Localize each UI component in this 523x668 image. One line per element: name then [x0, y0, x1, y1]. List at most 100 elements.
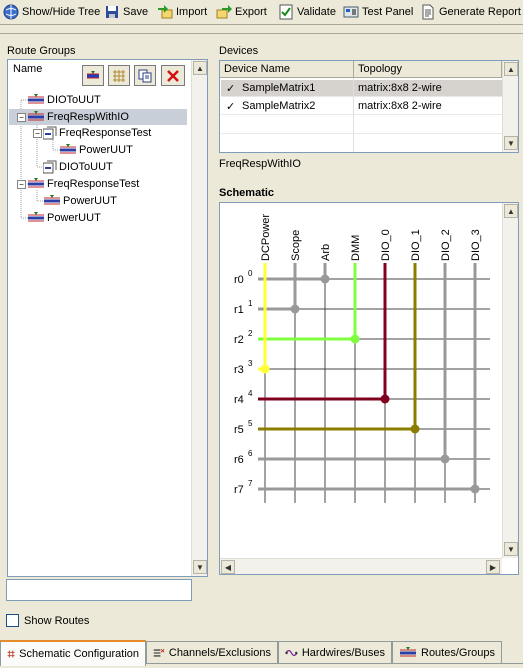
crosspoint-connection: [290, 304, 300, 314]
empty-row-line: [221, 133, 502, 134]
import-icon: [158, 4, 173, 18]
column-label: DCPower: [260, 214, 272, 261]
tree-item[interactable]: FreqResponseTest: [27, 176, 141, 192]
device-enabled-check[interactable]: ✓: [226, 82, 235, 95]
device-row[interactable]: ✓ SampleMatrix1 matrix:8x8 2-wire: [221, 80, 502, 97]
import-label: Import: [176, 5, 208, 18]
route-path: [258, 263, 387, 401]
schematic-horizontal-scrollbar[interactable]: ◀ ▶: [220, 558, 502, 574]
route-icon: [44, 195, 60, 205]
validate-button[interactable]: Validate: [278, 2, 336, 21]
route-icon: [400, 646, 416, 656]
export-button[interactable]: Export: [216, 2, 267, 21]
export-label: Export: [235, 5, 267, 18]
scroll-up-arrow[interactable]: ▲: [193, 61, 207, 75]
route-path: [258, 263, 417, 431]
column-label: Arb: [320, 244, 332, 261]
show-routes-checkbox[interactable]: [6, 614, 19, 627]
tab-hardwires-buses[interactable]: Hardwires/Buses: [278, 641, 392, 663]
tab-schematic-configuration[interactable]: Schematic Configuration: [0, 640, 146, 666]
report-document-icon: [422, 4, 434, 19]
test-panel-icon: [343, 6, 359, 17]
row-label: r3: [234, 364, 244, 376]
scroll-down-arrow[interactable]: ▼: [504, 136, 518, 150]
schematic-vertical-scrollbar[interactable]: ▲ ▼: [502, 203, 518, 558]
row-index-label: 0: [248, 269, 253, 278]
hardwire-icon: [285, 649, 298, 656]
row-label: r0: [234, 274, 244, 286]
scroll-down-arrow[interactable]: ▼: [193, 560, 207, 574]
route-path: [258, 263, 327, 281]
schematic-title: Schematic: [219, 187, 275, 199]
tree-item-label: DIOToUUT: [47, 94, 101, 106]
route-groups-title: Route Groups: [7, 45, 76, 57]
device-topology-cell: matrix:8x8 2-wire: [358, 100, 442, 112]
tree-item-label: DIOToUUT: [59, 161, 113, 173]
crosspoint-connection: [350, 334, 360, 344]
device-enabled-check[interactable]: ✓: [226, 100, 235, 113]
row-label: r5: [234, 424, 244, 436]
device-name-cell: SampleMatrix1: [242, 82, 316, 94]
globe-icon: [3, 4, 19, 19]
route-icon: [60, 144, 76, 154]
route-filter-input[interactable]: [6, 579, 192, 601]
device-row[interactable]: ✓ SampleMatrix2 matrix:8x8 2-wire: [221, 98, 502, 115]
tree-item[interactable]: PowerUUT: [59, 142, 135, 158]
tab-label: Channels/Exclusions: [168, 646, 271, 659]
show-routes-checkbox-row[interactable]: Show Routes: [6, 614, 89, 627]
toolbar-divider: [0, 33, 523, 34]
show-hide-tree-button[interactable]: Show/Hide Tree: [3, 2, 100, 21]
row-index-label: 1: [248, 299, 253, 308]
route-group-icon: [43, 160, 57, 174]
scroll-left-arrow[interactable]: ◀: [221, 560, 235, 574]
import-button[interactable]: Import: [157, 2, 207, 21]
scroll-up-arrow[interactable]: ▲: [504, 62, 518, 76]
tree-item[interactable]: FreqResponseTest: [43, 125, 153, 141]
tree-item[interactable]: DIOToUUT: [43, 159, 115, 175]
route-icon: [28, 178, 44, 188]
crosspoint-connection: [380, 394, 390, 404]
device-name-column-header[interactable]: Device Name: [220, 61, 354, 78]
column-divider: [353, 78, 354, 152]
tree-item[interactable]: PowerUUT: [27, 210, 103, 226]
generate-report-button[interactable]: Generate Report: [420, 2, 521, 21]
devices-vertical-scrollbar[interactable]: ▲ ▼: [502, 61, 518, 152]
export-icon: [216, 4, 232, 18]
route-groups-tree: Name DIOToUUT − FreqRespWithIO − FreqRes…: [7, 59, 208, 577]
show-routes-label: Show Routes: [24, 614, 90, 627]
device-topology-cell: matrix:8x8 2-wire: [358, 82, 442, 94]
crosspoint-connection: [470, 484, 480, 494]
test-panel-label: Test Panel: [362, 5, 414, 18]
route-path: [258, 263, 357, 341]
topology-column-header[interactable]: Topology: [354, 61, 502, 78]
generate-report-label: Generate Report: [439, 5, 521, 18]
validate-label: Validate: [297, 5, 336, 18]
save-label: Save: [123, 5, 149, 18]
tab-label: Routes/Groups: [421, 646, 495, 659]
row-index-label: 2: [248, 329, 253, 338]
row-label: r4: [234, 394, 244, 406]
row-label: r2: [234, 334, 244, 346]
scroll-right-arrow[interactable]: ▶: [486, 560, 500, 574]
route-path: [258, 263, 477, 491]
tree-item[interactable]: PowerUUT: [43, 193, 119, 209]
tree-item-label: FreqRespWithIO: [45, 111, 131, 123]
scroll-down-arrow[interactable]: ▼: [504, 542, 518, 556]
schematic-matrix[interactable]: DCPower Scope Arb DMM DIO_0 DIO_1 DIO_2 DIO_3 r0…: [220, 203, 502, 558]
collapse-toggle[interactable]: −: [33, 129, 42, 138]
channels-icon: [153, 648, 165, 657]
tab-channels-exclusions[interactable]: Channels/Exclusions: [146, 641, 278, 663]
scroll-up-arrow[interactable]: ▲: [504, 204, 518, 218]
tree-item-label: PowerUUT: [63, 195, 117, 207]
tree-item[interactable]: FreqRespWithIO: [27, 109, 131, 125]
schematic-panel: DCPower Scope Arb DMM DIO_0 DIO_1 DIO_2 DIO_3 r0…: [219, 202, 519, 575]
save-button[interactable]: Save: [104, 2, 148, 21]
route-icon: [28, 111, 44, 121]
tree-vertical-scrollbar[interactable]: ▲ ▼: [191, 60, 207, 576]
tree-item[interactable]: DIOToUUT: [27, 92, 103, 108]
tab-routes-groups[interactable]: Routes/Groups: [392, 641, 502, 663]
tree-item-label: FreqResponseTest: [47, 178, 140, 190]
collapse-toggle[interactable]: −: [17, 180, 26, 189]
test-panel-button[interactable]: Test Panel: [343, 2, 413, 21]
collapse-toggle[interactable]: −: [17, 113, 26, 122]
